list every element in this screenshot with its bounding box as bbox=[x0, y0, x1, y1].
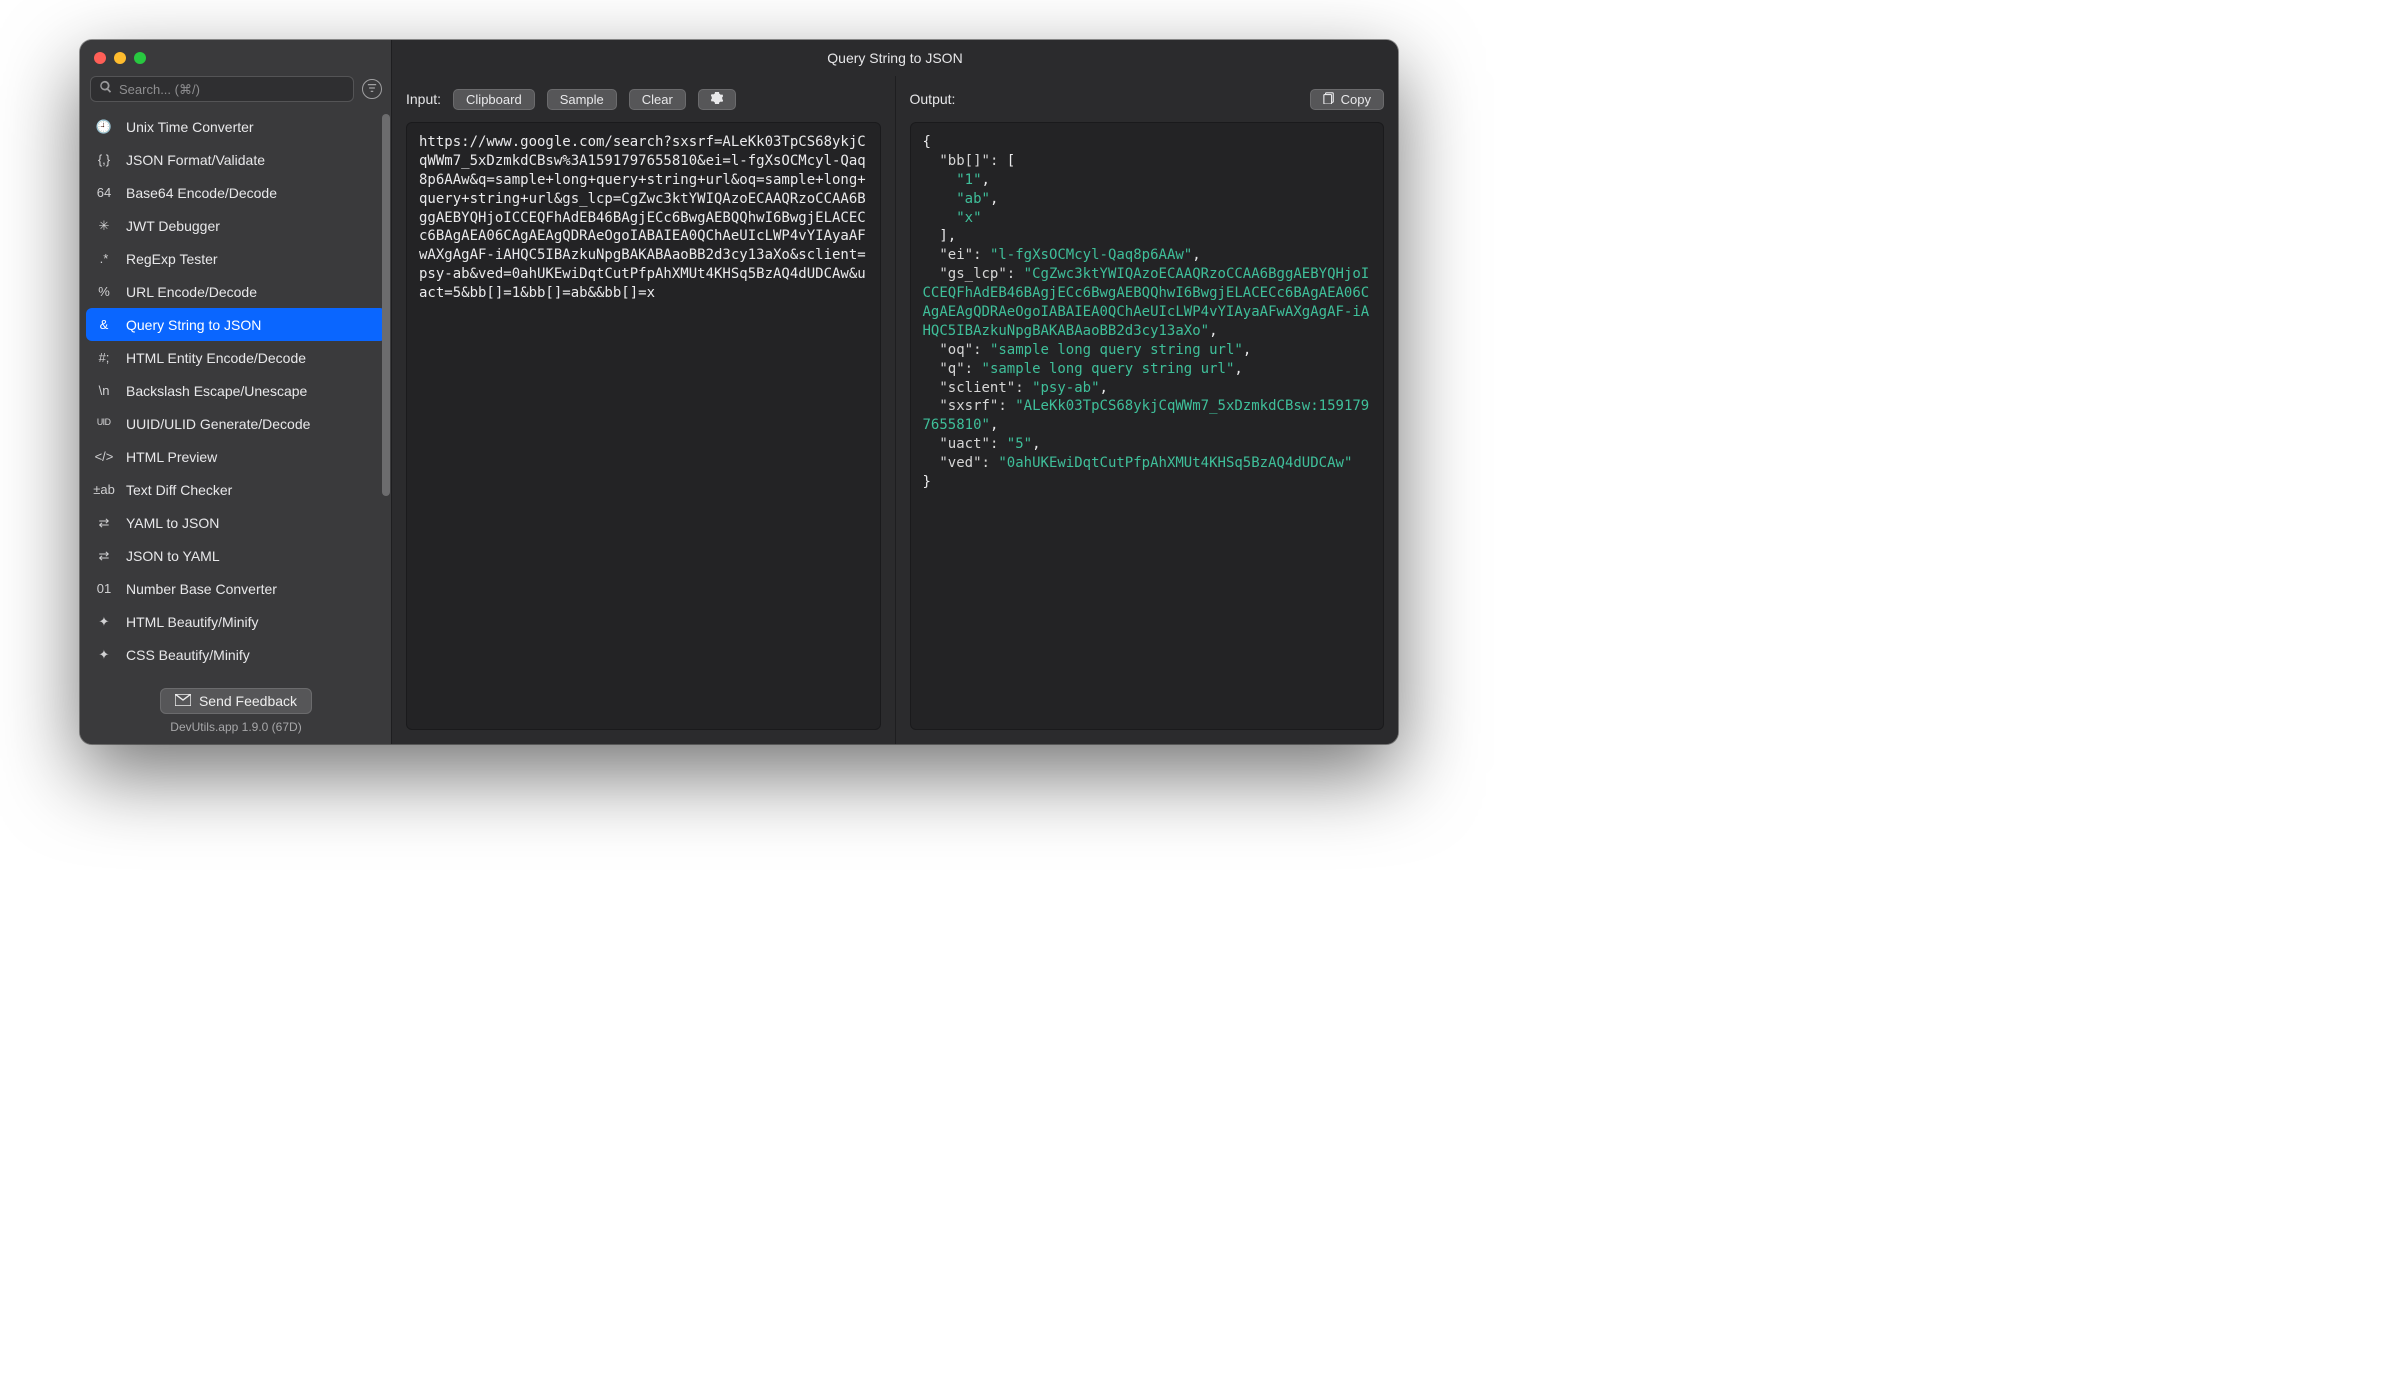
sidebar-item-7[interactable]: #; HTML Entity Encode/Decode bbox=[80, 341, 392, 374]
search-input[interactable] bbox=[119, 82, 345, 97]
sidebar-item-label: HTML Preview bbox=[126, 449, 217, 465]
clear-button[interactable]: Clear bbox=[629, 89, 686, 110]
clock-icon: 🕘 bbox=[94, 117, 114, 137]
sidebar-item-label: RegExp Tester bbox=[126, 251, 218, 267]
percent-icon: % bbox=[94, 282, 114, 302]
swap-icon: ⇄ bbox=[94, 546, 114, 566]
sidebar-item-label: YAML to JSON bbox=[126, 515, 219, 531]
sidebar-item-5[interactable]: % URL Encode/Decode bbox=[80, 275, 392, 308]
sidebar-item-9[interactable]: ᵁᴵᴰ UUID/ULID Generate/Decode bbox=[80, 407, 392, 440]
swap-icon: ⇄ bbox=[94, 513, 114, 533]
sidebar-item-2[interactable]: 64 Base64 Encode/Decode bbox=[80, 176, 392, 209]
sidebar-item-label: Query String to JSON bbox=[126, 317, 261, 333]
sidebar-item-label: CSS Beautify/Minify bbox=[126, 647, 250, 663]
sidebar-item-label: Number Base Converter bbox=[126, 581, 277, 597]
app-window: 🕘 Unix Time Converter {,} JSON Format/Valid… bbox=[80, 40, 1398, 744]
settings-button[interactable] bbox=[698, 89, 736, 110]
sidebar-footer: Send Feedback DevUtils.app 1.9.0 (67D) bbox=[80, 680, 392, 744]
page-title: Query String to JSON bbox=[392, 40, 1398, 76]
window-minimize-button[interactable] bbox=[114, 52, 126, 64]
version-label: DevUtils.app 1.9.0 (67D) bbox=[80, 720, 392, 734]
sidebar-scrollbar[interactable] bbox=[382, 114, 390, 676]
sidebar: 🕘 Unix Time Converter {,} JSON Format/Valid… bbox=[80, 40, 392, 744]
gear-icon bbox=[711, 92, 723, 107]
search-input-wrapper[interactable] bbox=[90, 76, 354, 102]
input-label: Input: bbox=[406, 91, 441, 107]
copy-label: Copy bbox=[1341, 92, 1371, 107]
sidebar-item-13[interactable]: ⇄ JSON to YAML bbox=[80, 539, 392, 572]
input-pane: Input: Clipboard Sample Clear https://ww… bbox=[392, 76, 895, 744]
sidebar-item-0[interactable]: 🕘 Unix Time Converter bbox=[80, 110, 392, 143]
binary-icon: 01 bbox=[94, 579, 114, 599]
sidebar-item-label: UUID/ULID Generate/Decode bbox=[126, 416, 310, 432]
clipboard-button[interactable]: Clipboard bbox=[453, 89, 535, 110]
titlebar bbox=[80, 40, 392, 76]
sidebar-item-8[interactable]: \n Backslash Escape/Unescape bbox=[80, 374, 392, 407]
code-icon: </> bbox=[94, 447, 114, 467]
sidebar-item-label: Text Diff Checker bbox=[126, 482, 232, 498]
sidebar-item-3[interactable]: ✳︎ JWT Debugger bbox=[80, 209, 392, 242]
wand-icon: ✦ bbox=[94, 645, 114, 665]
sidebar-scrollbar-thumb[interactable] bbox=[382, 114, 390, 496]
sidebar-item-12[interactable]: ⇄ YAML to JSON bbox=[80, 506, 392, 539]
sidebar-divider bbox=[391, 40, 392, 744]
sidebar-item-label: HTML Entity Encode/Decode bbox=[126, 350, 306, 366]
input-textarea[interactable]: https://www.google.com/search?sxsrf=ALeK… bbox=[406, 122, 881, 730]
hash-icon: #; bbox=[94, 348, 114, 368]
filter-icon bbox=[367, 80, 377, 98]
sidebar-item-11[interactable]: ±ab Text Diff Checker bbox=[80, 473, 392, 506]
tool-list: 🕘 Unix Time Converter {,} JSON Format/Valid… bbox=[80, 110, 392, 680]
search-icon bbox=[99, 80, 119, 99]
output-textarea[interactable]: { "bb[]": [ "1", "ab", "x" ], "ei": "l-f… bbox=[910, 122, 1385, 730]
sidebar-item-14[interactable]: 01 Number Base Converter bbox=[80, 572, 392, 605]
sidebar-item-4[interactable]: .* RegExp Tester bbox=[80, 242, 392, 275]
main-pane: Query String to JSON Input: Clipboard Sa… bbox=[392, 40, 1398, 744]
mail-icon bbox=[175, 693, 191, 709]
jwt-icon: ✳︎ bbox=[94, 216, 114, 236]
sidebar-item-label: JSON Format/Validate bbox=[126, 152, 265, 168]
regex-icon: .* bbox=[94, 249, 114, 269]
backslash-icon: \n bbox=[94, 381, 114, 401]
copy-icon bbox=[1323, 92, 1335, 107]
window-maximize-button[interactable] bbox=[134, 52, 146, 64]
sidebar-item-6[interactable]: &Query String to JSON bbox=[86, 308, 386, 341]
uuid-icon: ᵁᴵᴰ bbox=[94, 414, 114, 434]
base64-icon: 64 bbox=[94, 183, 114, 203]
braces-icon: {,} bbox=[94, 150, 114, 170]
copy-button[interactable]: Copy bbox=[1310, 89, 1384, 110]
sidebar-item-label: Base64 Encode/Decode bbox=[126, 185, 277, 201]
sidebar-item-1[interactable]: {,} JSON Format/Validate bbox=[80, 143, 392, 176]
sample-button[interactable]: Sample bbox=[547, 89, 617, 110]
sidebar-item-label: HTML Beautify/Minify bbox=[126, 614, 259, 630]
sidebar-filter-button[interactable] bbox=[362, 79, 382, 99]
sidebar-item-10[interactable]: </> HTML Preview bbox=[80, 440, 392, 473]
sidebar-item-16[interactable]: ✦ CSS Beautify/Minify bbox=[80, 638, 392, 671]
sidebar-item-label: JWT Debugger bbox=[126, 218, 220, 234]
sidebar-item-15[interactable]: ✦ HTML Beautify/Minify bbox=[80, 605, 392, 638]
sidebar-item-label: JSON to YAML bbox=[126, 548, 220, 564]
sidebar-item-label: Unix Time Converter bbox=[126, 119, 254, 135]
send-feedback-button[interactable]: Send Feedback bbox=[160, 688, 312, 714]
sidebar-item-label: URL Encode/Decode bbox=[126, 284, 257, 300]
output-label: Output: bbox=[910, 91, 956, 107]
sidebar-item-label: Backslash Escape/Unescape bbox=[126, 383, 307, 399]
wand-icon: ✦ bbox=[94, 612, 114, 632]
ampersand-icon: & bbox=[94, 315, 114, 335]
send-feedback-label: Send Feedback bbox=[199, 693, 297, 709]
diff-icon: ±ab bbox=[94, 480, 114, 500]
window-close-button[interactable] bbox=[94, 52, 106, 64]
output-pane: Output: Copy { "bb[]": [ "1", "ab", "x" … bbox=[895, 76, 1399, 744]
